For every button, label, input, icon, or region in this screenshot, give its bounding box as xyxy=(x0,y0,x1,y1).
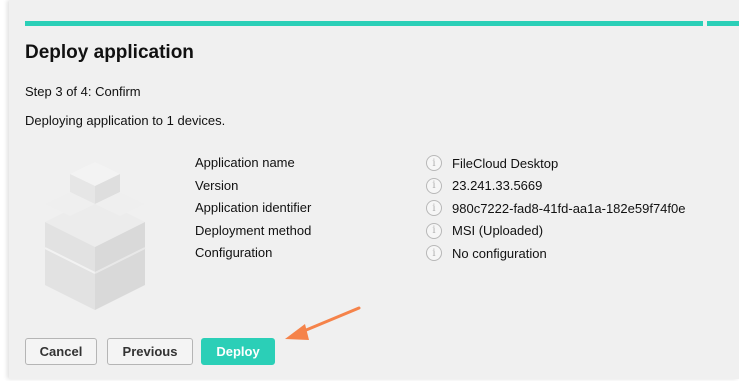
value-row-application-name: i FileCloud Desktop xyxy=(426,152,685,175)
value-row-version: i 23.241.33.5669 xyxy=(426,175,685,198)
annotation-arrow-icon xyxy=(285,306,361,340)
progress-step-2 xyxy=(366,21,703,26)
page-title: Deploy application xyxy=(25,42,194,63)
previous-button[interactable]: Previous xyxy=(107,338,193,365)
progress-step-3 xyxy=(707,21,739,26)
value-configuration: No configuration xyxy=(452,245,547,261)
deploy-button[interactable]: Deploy xyxy=(201,338,275,365)
value-application-name: FileCloud Desktop xyxy=(452,155,559,171)
label-application-identifier: Application identifier xyxy=(195,200,312,215)
info-icon[interactable]: i xyxy=(426,177,442,194)
value-row-deployment-method: i MSI (Uploaded) xyxy=(426,220,685,243)
label-deployment-method: Deployment method xyxy=(195,222,312,238)
info-icon[interactable]: i xyxy=(426,245,442,262)
details-labels: Application name Version Application ide… xyxy=(195,152,311,265)
deploy-description: Deploying application to 1 devices. xyxy=(25,113,226,128)
value-application-identifier: 980c7222-fad8-41fd-aa1a-182e59f74f0e xyxy=(452,200,686,216)
deploy-wizard-panel: Deploy application Step 3 of 4: Confirm … xyxy=(9,0,739,379)
info-icon[interactable]: i xyxy=(426,155,442,172)
value-row-configuration: i No configuration xyxy=(426,242,685,265)
step-indicator: Step 3 of 4: Confirm xyxy=(25,84,141,99)
progress-step-1 xyxy=(25,21,367,26)
label-configuration: Configuration xyxy=(195,245,273,260)
details-values: i FileCloud Desktop i 23.241.33.5669 i 9… xyxy=(426,152,685,265)
label-version: Version xyxy=(195,177,239,193)
value-deployment-method: MSI (Uploaded) xyxy=(452,223,544,239)
value-version: 23.241.33.5669 xyxy=(452,178,543,194)
value-row-application-identifier: i 980c7222-fad8-41fd-aa1a-182e59f74f0e xyxy=(426,197,685,220)
label-application-name: Application name xyxy=(195,155,295,170)
info-icon[interactable]: i xyxy=(426,222,442,239)
cancel-button[interactable]: Cancel xyxy=(25,338,97,365)
application-package-icon xyxy=(44,162,146,310)
info-icon[interactable]: i xyxy=(426,200,442,217)
